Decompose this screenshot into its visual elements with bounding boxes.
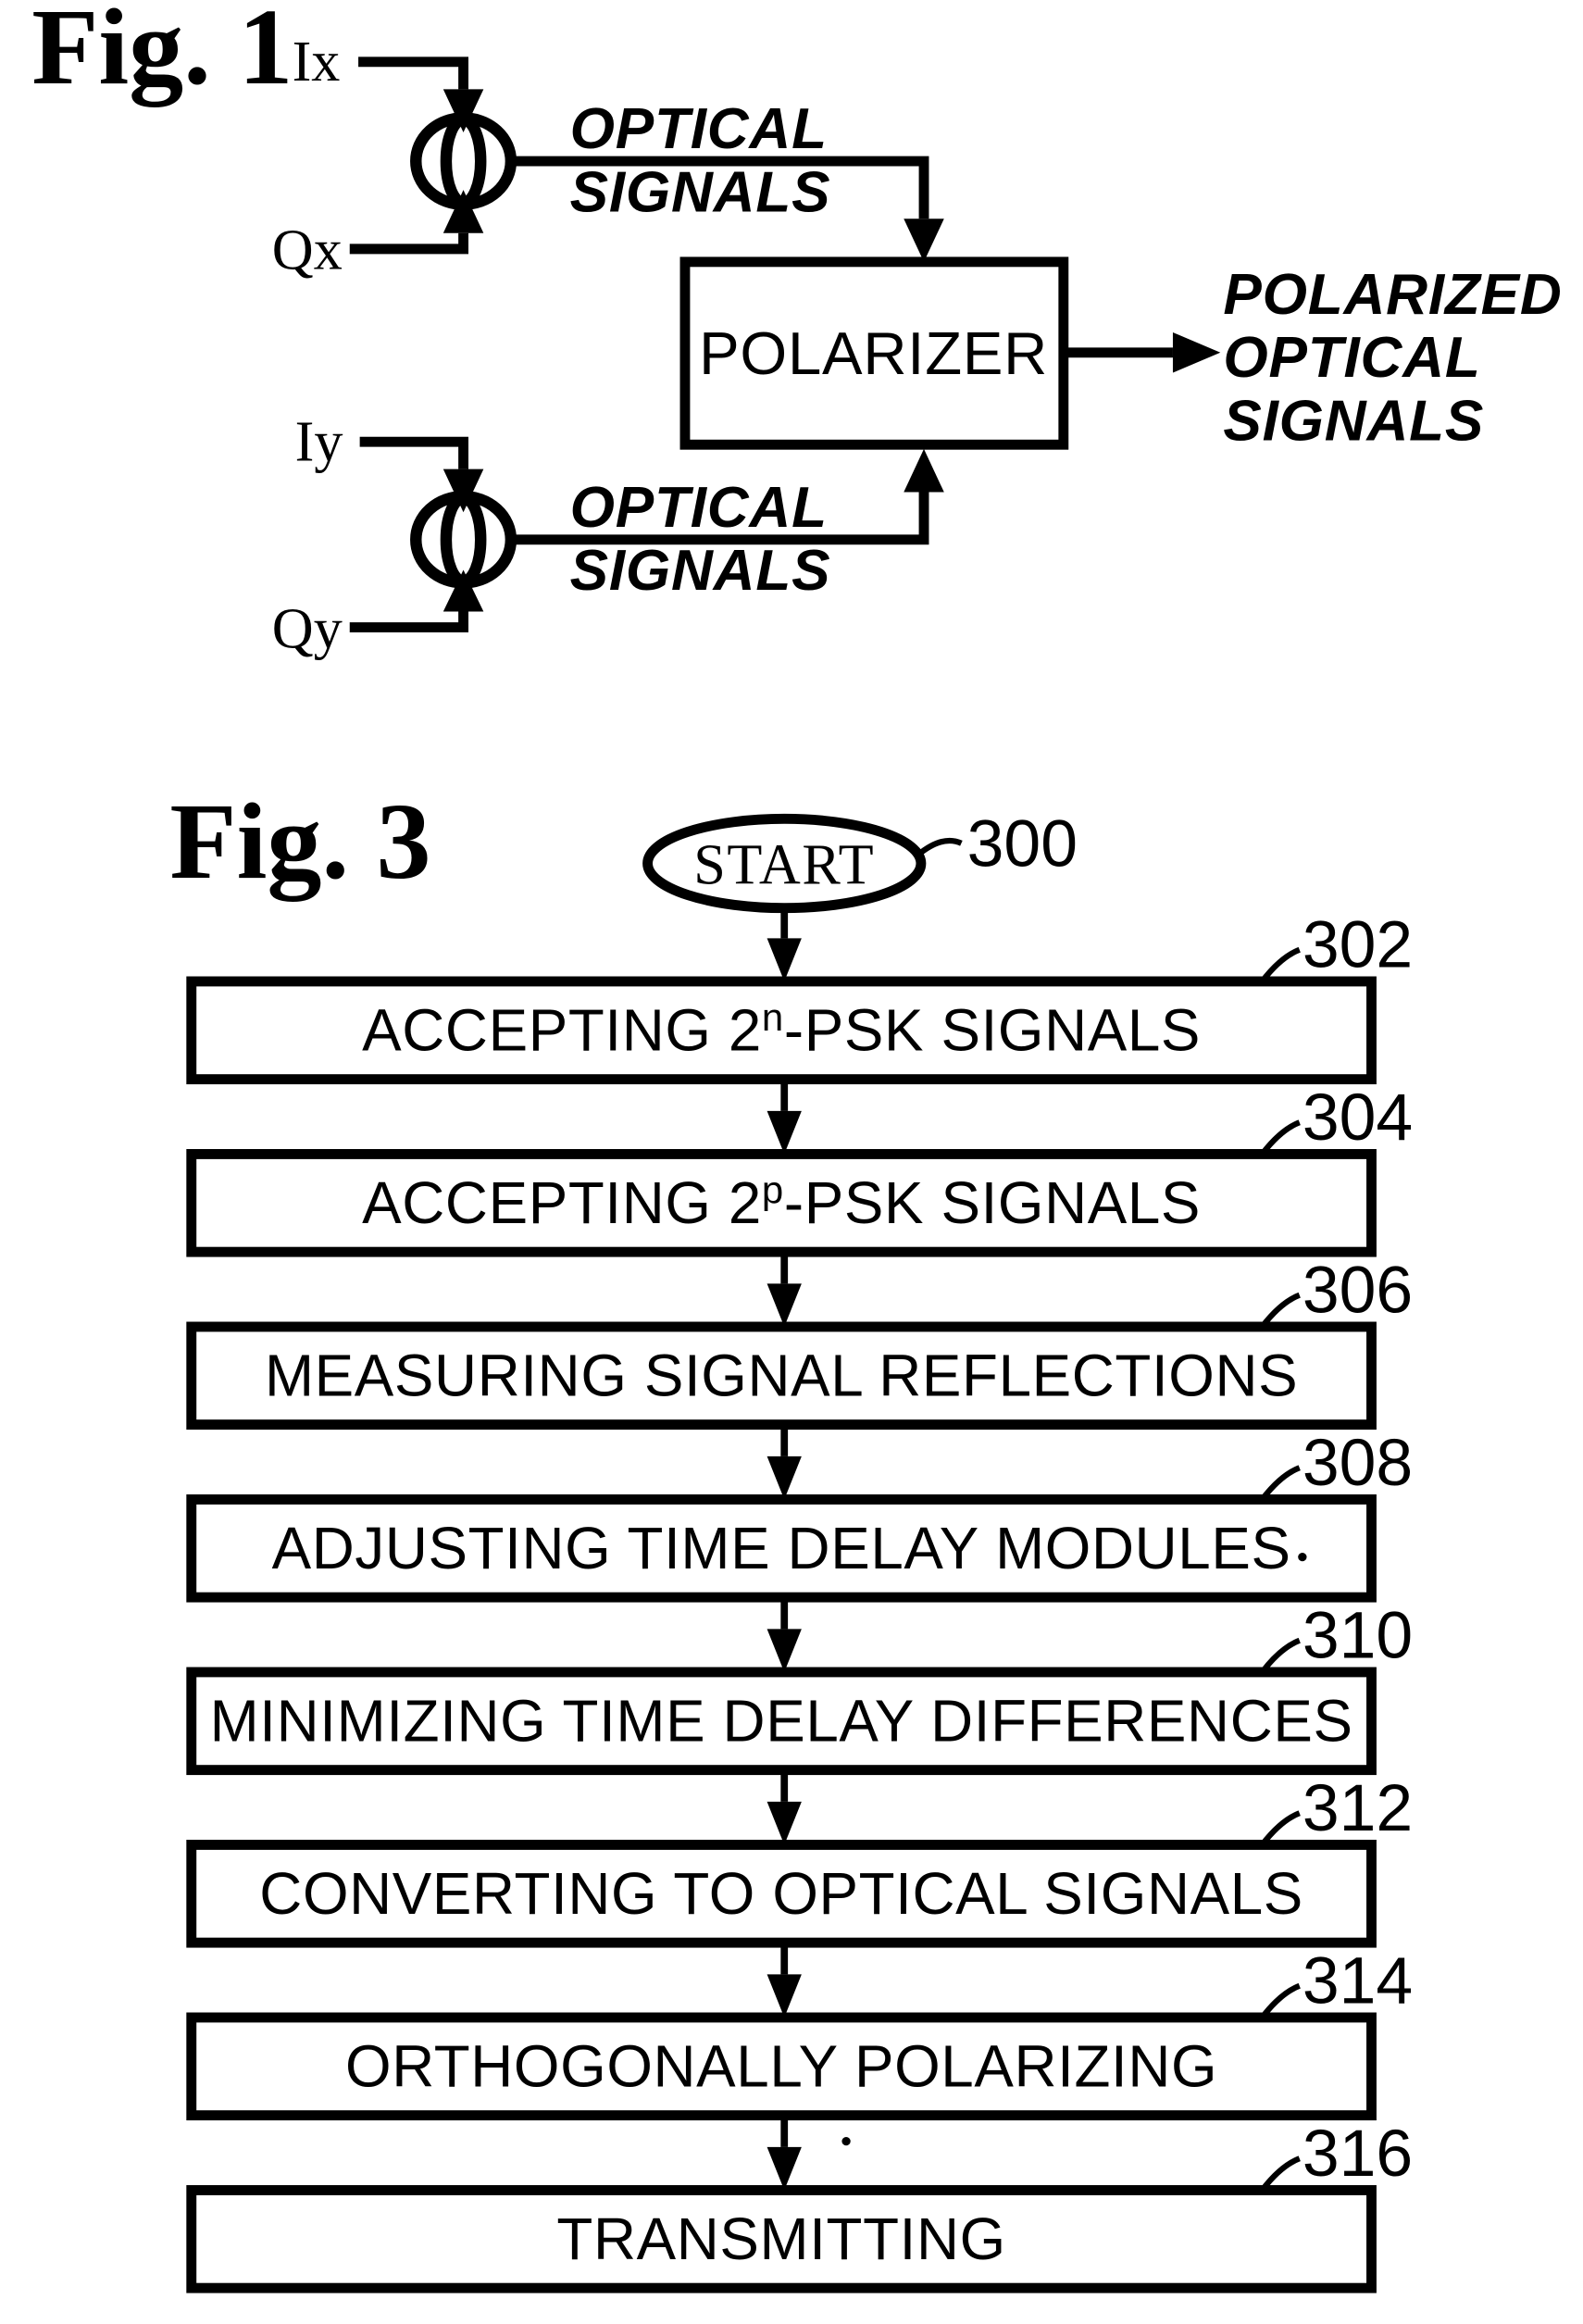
ref-number-304: 304 bbox=[1303, 1081, 1413, 1155]
optical-signals-label-x-line1: OPTICAL bbox=[570, 97, 828, 161]
polarizer-label: POLARIZER bbox=[699, 319, 1048, 387]
arrowhead-308-310 bbox=[767, 1629, 802, 1672]
step-label-306: MEASURING SIGNAL REFLECTIONS bbox=[265, 1343, 1298, 1409]
step-label-308: ADJUSTING TIME DELAY MODULES bbox=[272, 1515, 1291, 1581]
step-label-316: TRANSMITTING bbox=[556, 2205, 1005, 2272]
optical-signals-label-y-line1: OPTICAL bbox=[570, 476, 828, 540]
ref-number-300: 300 bbox=[967, 807, 1078, 881]
step-label-304-pre: ACCEPTING 2 bbox=[362, 1169, 762, 1236]
wire-ix bbox=[358, 56, 469, 90]
polarized-output-label-line3: SIGNALS bbox=[1223, 390, 1484, 454]
input-label-qy: Qy bbox=[272, 597, 343, 660]
arrowhead-302-304 bbox=[767, 1110, 802, 1155]
input-label-qx: Qx bbox=[272, 219, 343, 282]
scan-speck-3 bbox=[841, 2136, 851, 2146]
wire-qx bbox=[349, 232, 469, 255]
arrowhead-304-306 bbox=[767, 1283, 802, 1327]
step-label-302-sup: n bbox=[762, 995, 784, 1039]
figure-1-drawing: Fig. 1 Ix Qx OPTICAL SIGNALS Iy Qy OPTIC… bbox=[31, 0, 1562, 2293]
ref-number-308: 308 bbox=[1303, 1426, 1413, 1500]
optical-signals-label-x-line2: SIGNALS bbox=[570, 160, 831, 224]
step-label-302-post: -PSK SIGNALS bbox=[784, 997, 1201, 1064]
ref-number-310: 310 bbox=[1303, 1598, 1413, 1672]
arrowhead-start-302 bbox=[767, 938, 802, 981]
ref-number-312: 312 bbox=[1303, 1771, 1413, 1845]
arrowhead-optical-y bbox=[904, 448, 944, 493]
arrowhead-312-314 bbox=[767, 1974, 802, 2018]
arrowhead-polarized-output bbox=[1172, 332, 1221, 373]
input-label-iy: Iy bbox=[295, 410, 343, 473]
step-label-304-sup: p bbox=[762, 1168, 784, 1211]
figure-3-title: Fig. 3 bbox=[169, 781, 430, 902]
wire-qy bbox=[349, 611, 469, 633]
ref-number-302: 302 bbox=[1303, 907, 1413, 981]
start-node-label: START bbox=[693, 833, 875, 896]
figure-1-title: Fig. 1 bbox=[31, 0, 293, 107]
ref-number-306: 306 bbox=[1303, 1253, 1413, 1327]
patent-figure-sheet: Fig. 1 Ix Qx OPTICAL SIGNALS Iy Qy OPTIC… bbox=[0, 0, 1583, 2324]
scan-speck-2 bbox=[1298, 1552, 1307, 1562]
arrowhead-optical-x bbox=[904, 219, 944, 262]
ref-number-316: 316 bbox=[1303, 2117, 1413, 2191]
ref-number-314: 314 bbox=[1303, 1943, 1413, 2018]
step-label-304-post: -PSK SIGNALS bbox=[784, 1169, 1201, 1236]
leader-line-300 bbox=[916, 837, 963, 857]
arrowhead-310-312 bbox=[767, 1801, 802, 1845]
wire-iy bbox=[359, 436, 469, 469]
step-label-310: MINIMIZING TIME DELAY DIFFERENCES bbox=[210, 1688, 1353, 1755]
step-label-302-pre: ACCEPTING 2 bbox=[362, 997, 762, 1064]
polarized-output-label-line1: POLARIZED bbox=[1223, 263, 1562, 327]
polarized-output-label-line2: OPTICAL bbox=[1223, 326, 1480, 390]
step-label-312: CONVERTING TO OPTICAL SIGNALS bbox=[259, 1860, 1303, 1927]
step-label-314: ORTHOGONALLY POLARIZING bbox=[345, 2033, 1217, 2100]
arrowhead-306-308 bbox=[767, 1456, 802, 1500]
arrowhead-314-316 bbox=[767, 2146, 802, 2191]
input-label-ix: Ix bbox=[293, 31, 341, 94]
optical-signals-label-y-line2: SIGNALS bbox=[570, 539, 831, 603]
